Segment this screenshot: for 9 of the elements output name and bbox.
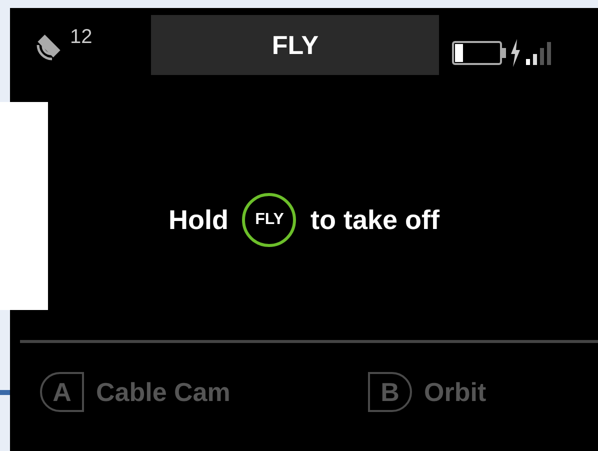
- instruction-text: to take off: [310, 204, 440, 237]
- key-badge: B: [368, 372, 412, 412]
- mode-title-bar: FLY: [151, 15, 440, 75]
- key-badge: A: [40, 372, 84, 412]
- charging-icon: [509, 38, 522, 68]
- fly-button-icon: FLY: [242, 193, 296, 247]
- instruction-text: Hold: [168, 204, 228, 237]
- satellite-count: 12: [70, 25, 92, 50]
- edge-bar: [0, 390, 10, 395]
